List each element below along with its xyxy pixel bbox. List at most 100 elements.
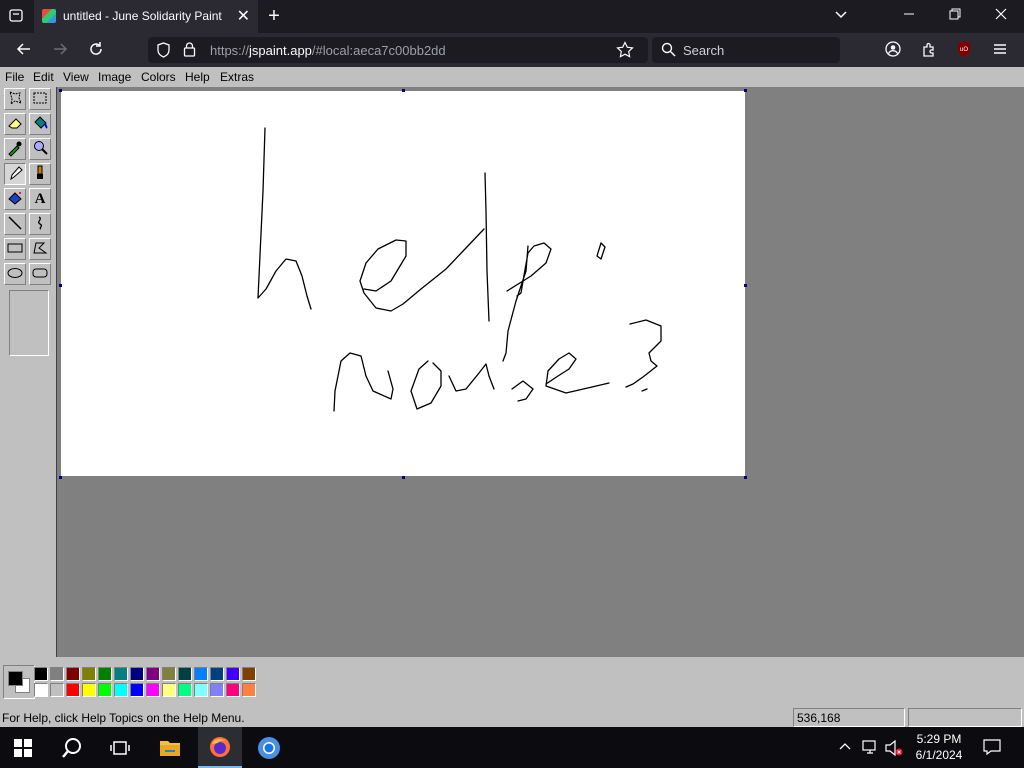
resize-handle[interactable]: [402, 476, 405, 479]
menu-bar: File Edit View Image Colors Help Extras: [0, 67, 1024, 87]
rounded-rectangle-tool[interactable]: [29, 263, 51, 285]
menu-icon[interactable]: [991, 41, 1009, 62]
menu-help[interactable]: Help: [185, 70, 210, 84]
text-tool[interactable]: A: [29, 188, 51, 210]
restore-icon[interactable]: [946, 7, 964, 25]
palette-swatch[interactable]: [50, 683, 64, 697]
address-bar[interactable]: https://jspaint.app/#local:aeca7c00bb2dd: [148, 37, 648, 63]
palette-swatch[interactable]: [210, 683, 224, 697]
eraser-tool[interactable]: [4, 113, 26, 135]
search-icon[interactable]: [61, 737, 83, 764]
menu-view[interactable]: View: [63, 70, 89, 84]
palette-swatch[interactable]: [178, 683, 192, 697]
taskbar-firefox-button[interactable]: [198, 727, 242, 768]
chevron-down-icon[interactable]: [832, 7, 850, 26]
palette-swatch[interactable]: [146, 683, 160, 697]
minimize-icon[interactable]: [900, 7, 918, 25]
palette-swatch[interactable]: [226, 683, 240, 697]
status-selection-panel: [908, 708, 1022, 727]
resize-handle[interactable]: [744, 89, 747, 92]
extensions-icon[interactable]: [920, 41, 938, 62]
palette-swatch[interactable]: [178, 667, 192, 681]
curve-tool[interactable]: [29, 213, 51, 235]
palette-swatch[interactable]: [162, 667, 176, 681]
free-form-select-tool[interactable]: [4, 88, 26, 110]
file-explorer-icon[interactable]: [159, 738, 181, 763]
primary-color-swatch[interactable]: [8, 671, 23, 686]
palette-swatch[interactable]: [130, 683, 144, 697]
palette-swatch[interactable]: [114, 667, 128, 681]
rectangle-tool[interactable]: [4, 238, 26, 260]
palette-swatch[interactable]: [242, 683, 256, 697]
clock[interactable]: 5:29 PM 6/1/2024: [909, 731, 969, 763]
ublock-icon[interactable]: uO: [955, 40, 973, 63]
resize-handle[interactable]: [59, 476, 62, 479]
palette-swatch[interactable]: [50, 667, 64, 681]
polygon-tool[interactable]: [29, 238, 51, 260]
lock-icon[interactable]: [183, 41, 196, 60]
palette-swatch[interactable]: [162, 683, 176, 697]
resize-handle[interactable]: [59, 89, 62, 92]
menu-file[interactable]: File: [5, 70, 24, 84]
select-tool[interactable]: [29, 88, 51, 110]
tab-list-icon[interactable]: [6, 7, 26, 28]
brush-tool[interactable]: [29, 163, 51, 185]
pencil-tool[interactable]: [4, 163, 26, 185]
ellipse-tool[interactable]: [4, 263, 26, 285]
fill-with-color-tool[interactable]: [29, 113, 51, 135]
close-icon[interactable]: [992, 7, 1010, 25]
bookmark-star-icon[interactable]: [616, 41, 634, 62]
menu-edit[interactable]: Edit: [33, 70, 54, 84]
palette-swatch[interactable]: [98, 683, 112, 697]
palette-swatch[interactable]: [34, 667, 48, 681]
url-domain: jspaint.app: [249, 43, 312, 58]
menu-extras[interactable]: Extras: [220, 70, 254, 84]
menu-colors[interactable]: Colors: [141, 70, 176, 84]
notifications-icon[interactable]: [983, 738, 1001, 761]
volume-muted-icon[interactable]: [884, 739, 904, 762]
magnifier-tool[interactable]: [29, 138, 51, 160]
palette-swatch[interactable]: [210, 667, 224, 681]
show-hidden-icons-icon[interactable]: [838, 740, 852, 759]
reload-icon[interactable]: [86, 41, 106, 62]
palette-swatch[interactable]: [130, 667, 144, 681]
menu-image[interactable]: Image: [98, 70, 131, 84]
drawing-canvas[interactable]: [61, 91, 745, 476]
palette-swatch[interactable]: [194, 683, 208, 697]
palette-swatch[interactable]: [226, 667, 240, 681]
palette-swatch[interactable]: [114, 683, 128, 697]
canvas-area-border: [56, 87, 57, 657]
network-icon[interactable]: [861, 739, 879, 760]
palette-swatch[interactable]: [82, 667, 96, 681]
tool-options-box[interactable]: [9, 290, 49, 356]
resize-handle[interactable]: [744, 284, 747, 287]
current-colors[interactable]: [3, 665, 35, 699]
shield-icon[interactable]: [156, 42, 171, 61]
new-tab-button[interactable]: +: [264, 5, 284, 28]
pick-color-tool[interactable]: [4, 138, 26, 160]
line-tool[interactable]: [4, 213, 26, 235]
search-bar[interactable]: Search: [652, 37, 840, 63]
palette-swatch[interactable]: [146, 667, 160, 681]
palette-swatch[interactable]: [66, 667, 80, 681]
start-icon[interactable]: [14, 739, 32, 762]
airbrush-tool[interactable]: [4, 188, 26, 210]
chrome-icon[interactable]: [257, 736, 281, 765]
color-box: [0, 658, 1024, 704]
palette-swatch[interactable]: [242, 667, 256, 681]
forward-icon[interactable]: [50, 41, 70, 62]
palette-swatch[interactable]: [66, 683, 80, 697]
tab-close-icon[interactable]: ✕: [237, 6, 250, 26]
task-view-icon[interactable]: [110, 738, 130, 763]
palette-swatch[interactable]: [98, 667, 112, 681]
url-text[interactable]: https://jspaint.app/#local:aeca7c00bb2dd: [210, 43, 446, 58]
account-icon[interactable]: [884, 41, 902, 62]
tab-active[interactable]: untitled - June Solidarity Paint ✕: [34, 0, 258, 33]
resize-handle[interactable]: [744, 476, 747, 479]
back-icon[interactable]: [14, 41, 34, 62]
resize-handle[interactable]: [59, 284, 62, 287]
palette-swatch[interactable]: [34, 683, 48, 697]
resize-handle[interactable]: [402, 89, 405, 92]
palette-swatch[interactable]: [194, 667, 208, 681]
palette-swatch[interactable]: [82, 683, 96, 697]
